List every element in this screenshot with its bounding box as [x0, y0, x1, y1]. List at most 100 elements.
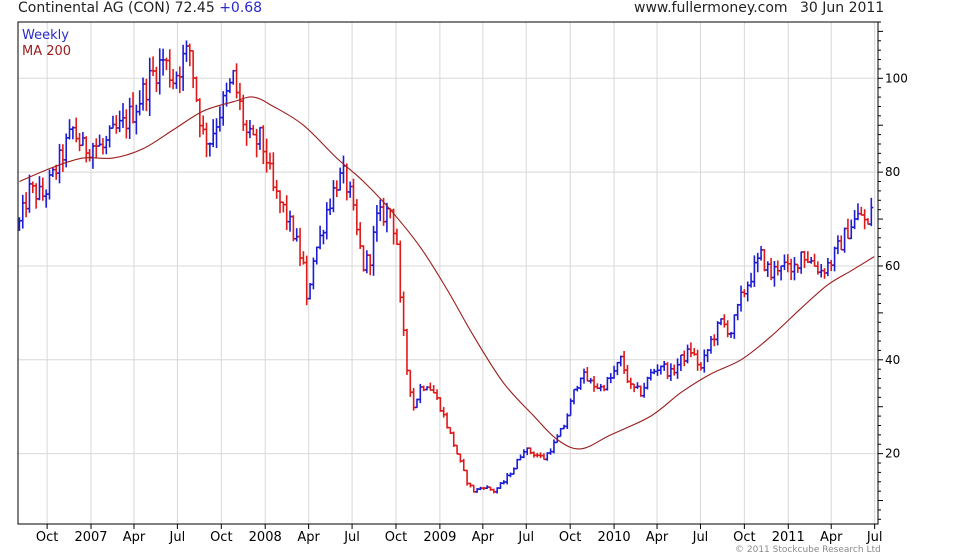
ohlc-bar-down: [304, 255, 309, 306]
ohlc-bar-down: [712, 334, 717, 347]
ohlc-bar-up: [257, 126, 262, 150]
ohlc-bar-up: [378, 199, 383, 222]
x-tick-label: Jul: [692, 530, 709, 545]
ohlc-bar-up: [578, 377, 583, 390]
ohlc-bar-up: [184, 40, 189, 62]
ohlc-bar-up: [752, 255, 757, 287]
ohlc-bar-up: [231, 69, 236, 85]
ohlc-bar-down: [167, 49, 172, 88]
ohlc-bar-up: [739, 285, 744, 312]
ohlc-bar-down: [455, 444, 460, 455]
ohlc-bar-up: [869, 197, 874, 227]
ohlc-bar-up: [571, 388, 576, 405]
ohlc-bar-down: [254, 128, 259, 158]
x-tick-label: Apr: [646, 530, 669, 545]
x-tick-label: 2007: [74, 530, 107, 545]
ohlc-bar-down: [171, 68, 176, 90]
ohlc-bar-down: [164, 57, 169, 71]
ohlc-bar-up: [635, 382, 640, 389]
ohlc-bar-up: [662, 360, 667, 371]
ohlc-bar-up: [374, 204, 379, 242]
ohlc-bar-down: [241, 94, 246, 131]
ohlc-bar-up: [598, 383, 603, 392]
ohlc-bar-up: [825, 257, 830, 277]
x-tick-label: 2011: [772, 530, 805, 545]
ohlc-bar-up: [324, 202, 329, 240]
ohlc-bar-down: [789, 258, 794, 281]
ohlc-bar-up: [772, 260, 777, 287]
x-tick-label: 2010: [598, 530, 631, 545]
ohlc-bar-up: [147, 57, 152, 117]
ohlc-bar-up: [37, 176, 42, 201]
x-tick-label: 2009: [423, 530, 456, 545]
ohlc-bar-up: [328, 198, 333, 216]
ohlc-bar-down: [291, 215, 296, 242]
ohlc-bar-down: [839, 235, 844, 251]
ohlc-bar-up: [668, 363, 673, 381]
ohlc-bar-up: [702, 349, 707, 373]
ohlc-bar-up: [318, 225, 323, 250]
ohlc-bar-up: [779, 265, 784, 281]
ohlc-bar-up: [612, 365, 617, 379]
ohlc-bar-down: [625, 364, 630, 384]
x-tick-label: Oct: [385, 530, 407, 545]
ohlc-bar-up: [137, 90, 142, 116]
ohlc-bar-down: [859, 206, 864, 216]
ohlc-bar-down: [401, 291, 406, 336]
ohlc-bar-down: [628, 377, 633, 389]
ohlc-bar-up: [20, 194, 25, 229]
ohlc-bar-down: [698, 362, 703, 371]
ohlc-bar-down: [204, 122, 209, 158]
ohlc-bar-down: [722, 314, 727, 328]
ohlc-bar-up: [642, 382, 647, 398]
ohlc-bar-down: [177, 66, 182, 94]
ohlc-bar-down: [688, 342, 693, 358]
x-tick-label: Oct: [559, 530, 581, 545]
copyright-notice: © 2011 Stockcube Research Ltd: [735, 545, 881, 555]
ohlc-bar-down: [151, 56, 156, 77]
ohlc-bar-up: [120, 103, 125, 128]
ohlc-bar-down: [34, 183, 39, 209]
ohlc-bar-up: [749, 272, 754, 288]
ohlc-bar-down: [438, 397, 443, 412]
ohlc-bar-down: [592, 375, 597, 392]
ma-200-line: [19, 96, 875, 450]
ohlc-bar-up: [288, 210, 293, 232]
ohlc-bar-down: [84, 136, 89, 163]
ohlc-bar-up: [104, 135, 109, 155]
ohlc-bar-up: [134, 104, 139, 135]
ohlc-bar-down: [361, 245, 366, 272]
ohlc-bar-down: [77, 132, 82, 152]
ohlc-bar-down: [201, 115, 206, 135]
ohlc-bar-up: [735, 303, 740, 321]
ohlc-bar-down: [404, 328, 409, 375]
ohlc-bar-up: [832, 246, 837, 272]
ohlc-bar-up: [141, 77, 146, 111]
ohlc-bar-down: [154, 66, 159, 92]
ohlc-bar-down: [725, 320, 730, 338]
ohlc-bar-down: [632, 383, 637, 393]
ohlc-bar-down: [682, 350, 687, 367]
ohlc-bar-up: [799, 251, 804, 274]
y-tick-label: 40: [885, 353, 900, 367]
ohlc-bar-down: [60, 144, 65, 172]
ohlc-bar-up: [755, 252, 760, 273]
ohlc-bar-down: [585, 366, 590, 382]
ohlc-bar-down: [30, 181, 35, 194]
ohlc-bar-down: [237, 82, 242, 111]
ohlc-bar-up: [314, 246, 319, 265]
ohlc-bar-up: [849, 219, 854, 240]
x-tick-label: Jul: [343, 530, 360, 545]
ohlc-bar-down: [197, 98, 202, 138]
ohlc-bar-up: [371, 225, 376, 276]
ohlc-bar-down: [24, 192, 29, 218]
axes: 20 40 60 80 100 Oct 2007 Apr Jul Oct 2008 Apr Jul Oct…: [36, 21, 908, 545]
ohlc-bar-up: [161, 48, 166, 76]
x-tick-label: Jul: [866, 530, 883, 545]
ohlc-bar-down: [431, 385, 436, 394]
ohlc-bar-up: [294, 228, 299, 242]
x-tick-label: Jul: [517, 530, 534, 545]
ohlc-bar-up: [47, 169, 52, 200]
ohlc-bar-up: [348, 181, 353, 198]
ohlc-bar-up: [792, 256, 797, 281]
